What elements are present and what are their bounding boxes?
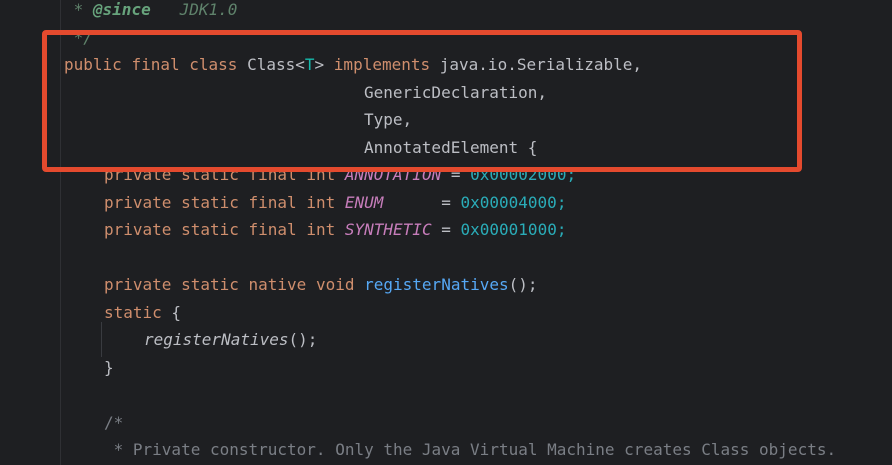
class-name: Class (247, 55, 296, 74)
code-line-doc-end[interactable]: */ (64, 24, 93, 51)
type-parameter: T (304, 55, 315, 74)
code-line-interface-generic[interactable]: GenericDeclaration, (364, 79, 547, 106)
code-line-comment-text[interactable]: * Private constructor. Only the Java Vir… (104, 436, 836, 463)
code-editor[interactable]: * @since JDK1.0 */ public final class Cl… (0, 0, 892, 465)
code-line-field-synthetic[interactable]: private static final int SYNTHETIC = 0x0… (104, 216, 566, 243)
code-line-field-annotation[interactable]: private static final int ANNOTATION = 0x… (104, 161, 576, 188)
indent-guide (60, 0, 61, 465)
code-line-native-method[interactable]: private static native void registerNativ… (104, 271, 538, 298)
indent-guide-static-block (101, 322, 102, 357)
code-line-static-call[interactable]: registerNatives(); (144, 326, 317, 353)
code-line-comment-start[interactable]: /* (104, 409, 123, 436)
code-line-class-declaration[interactable]: public final class Class<T> implements j… (64, 51, 642, 78)
code-line-field-enum[interactable]: private static final int ENUM = 0x000040… (104, 189, 566, 216)
code-line-block-close[interactable]: } (104, 354, 114, 381)
code-line-interface-type[interactable]: Type, (364, 106, 412, 133)
code-line-static-block[interactable]: static { (104, 299, 181, 326)
code-line-since[interactable]: * @since JDK1.0 (64, 0, 238, 23)
code-line-interface-annotated[interactable]: AnnotatedElement { (364, 134, 537, 161)
method-name: registerNatives (364, 275, 509, 294)
